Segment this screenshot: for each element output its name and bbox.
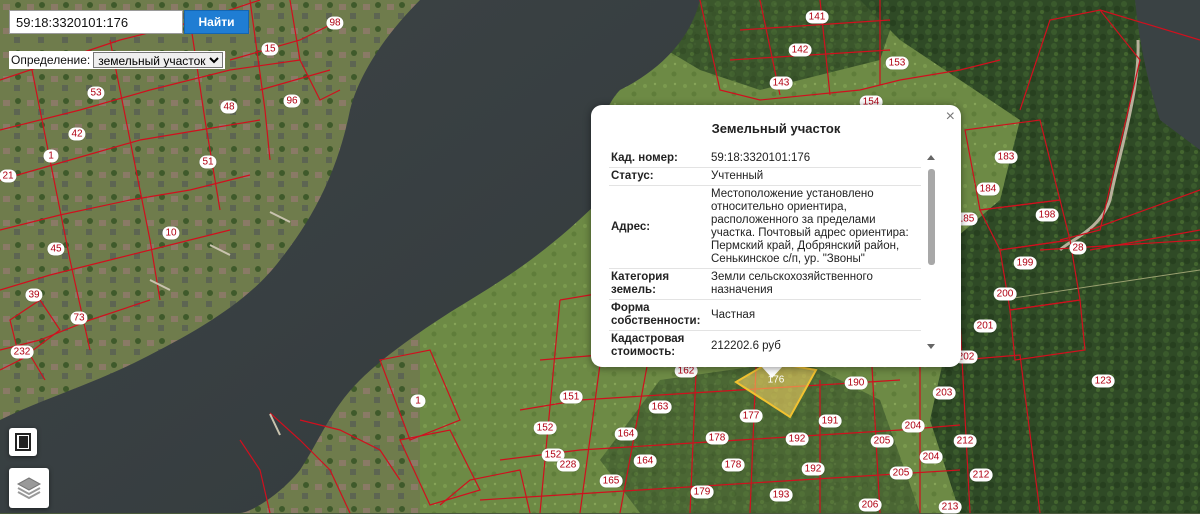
parcel-label[interactable]: 179 [690, 485, 714, 499]
parcel-label[interactable]: 1 [410, 394, 426, 408]
property-key: Кад. номер: [609, 150, 705, 168]
property-value: 59:18:3320101:176 [705, 150, 921, 168]
parcel-label[interactable]: 228 [556, 458, 580, 472]
cadastral-search-input[interactable] [9, 10, 183, 34]
parcel-label[interactable]: 42 [68, 127, 86, 141]
popup-scrollbar[interactable] [926, 153, 936, 351]
parcel-label[interactable]: 165 [599, 474, 623, 488]
table-row: Статус: Учтенный [609, 167, 921, 186]
definition-label: Определение: [11, 53, 91, 67]
parcel-label[interactable]: 201 [973, 319, 997, 333]
parcel-info-popup: × Земельный участок Кад. номер: 59:18:33… [591, 105, 961, 367]
property-key: Категория земель: [609, 268, 705, 300]
parcel-label[interactable]: 199 [1013, 256, 1037, 270]
ruler-button[interactable] [9, 428, 37, 456]
parcel-label[interactable]: 153 [885, 56, 909, 70]
parcel-label[interactable]: 164 [633, 454, 657, 468]
parcel-label[interactable]: 232 [10, 345, 34, 359]
parcel-label[interactable]: 164 [614, 427, 638, 441]
parcel-properties-table: Кад. номер: 59:18:3320101:176 Статус: Уч… [609, 150, 921, 357]
table-row: Категория земель: Земли сельскохозяйстве… [609, 268, 921, 300]
table-row: Форма собственности: Частная [609, 299, 921, 331]
parcel-label[interactable]: 212 [953, 434, 977, 448]
table-row: Адрес: Местоположение установлено относи… [609, 185, 921, 269]
parcel-label[interactable]: 141 [805, 10, 829, 24]
parcel-label[interactable]: 21 [0, 169, 17, 183]
parcel-label[interactable]: 200 [993, 287, 1017, 301]
parcel-label[interactable]: 190 [844, 376, 868, 390]
parcel-label[interactable]: 123 [1091, 374, 1115, 388]
popup-tip [761, 366, 783, 378]
parcel-label[interactable]: 51 [199, 155, 217, 169]
parcel-label[interactable]: 192 [785, 432, 809, 446]
parcel-label[interactable]: 178 [721, 458, 745, 472]
parcel-label[interactable]: 15 [261, 42, 279, 56]
parcel-label[interactable]: 98 [326, 16, 344, 30]
parcel-label[interactable]: 192 [801, 462, 825, 476]
parcel-label[interactable]: 206 [858, 498, 882, 512]
table-row: Кад. номер: 59:18:3320101:176 [609, 150, 921, 168]
layers-button[interactable] [9, 468, 49, 508]
definition-row: Определение: земельный участок [9, 51, 226, 69]
parcel-label[interactable]: 163 [648, 400, 672, 414]
parcel-label[interactable]: 203 [932, 386, 956, 400]
parcel-label[interactable]: 152 [533, 421, 557, 435]
parcel-label[interactable]: 204 [901, 419, 925, 433]
definition-select[interactable]: земельный участок [93, 52, 224, 68]
table-row: Кадастровая стоимость: 212202.6 руб [609, 330, 921, 357]
parcel-label[interactable]: 53 [87, 86, 105, 100]
parcel-label[interactable]: 204 [919, 450, 943, 464]
property-key: Статус: [609, 167, 705, 186]
parcel-label[interactable]: 191 [818, 414, 842, 428]
scroll-up-icon[interactable] [926, 153, 936, 161]
property-value: 212202.6 руб [705, 330, 921, 357]
parcel-label[interactable]: 213 [938, 500, 962, 514]
property-value: Частная [705, 299, 921, 331]
popup-title: Земельный участок [711, 121, 841, 136]
property-value: Земли сельскохозяйственного назначения [705, 268, 921, 300]
parcel-label[interactable]: 39 [25, 288, 43, 302]
search-button[interactable]: Найти [184, 10, 249, 34]
parcel-label[interactable]: 177 [739, 409, 763, 423]
parcel-label[interactable]: 96 [283, 94, 301, 108]
parcel-label[interactable]: 10 [162, 226, 180, 240]
parcel-label[interactable]: 28 [1069, 241, 1087, 255]
parcel-label[interactable]: 151 [559, 390, 583, 404]
parcel-label[interactable]: 183 [994, 150, 1018, 164]
parcel-label[interactable]: 205 [889, 466, 913, 480]
scrollbar-thumb[interactable] [928, 169, 935, 265]
property-key: Форма собственности: [609, 299, 705, 331]
parcel-label[interactable]: 212 [969, 468, 993, 482]
parcel-label[interactable]: 73 [70, 311, 88, 325]
parcel-label[interactable]: 193 [769, 488, 793, 502]
parcel-label[interactable]: 45 [47, 242, 65, 256]
parcel-label[interactable]: 48 [220, 100, 238, 114]
parcel-label[interactable]: 1 [43, 149, 59, 163]
parcel-label[interactable]: 178 [705, 431, 729, 445]
parcel-label[interactable]: 184 [976, 182, 1000, 196]
parcel-label[interactable]: 142 [788, 43, 812, 57]
property-value: Учтенный [705, 167, 921, 186]
scroll-down-icon[interactable] [926, 343, 936, 351]
popup-content[interactable]: Кад. номер: 59:18:3320101:176 Статус: Уч… [609, 150, 925, 357]
property-key: Кадастровая стоимость: [609, 330, 705, 357]
parcel-label[interactable]: 143 [769, 76, 793, 90]
property-key: Адрес: [609, 185, 705, 269]
parcel-label[interactable]: 205 [870, 434, 894, 448]
parcel-label[interactable]: 198 [1035, 208, 1059, 222]
layers-icon [16, 477, 42, 500]
ruler-icon [15, 433, 31, 451]
property-value: Местоположение установлено относительно … [705, 185, 921, 269]
